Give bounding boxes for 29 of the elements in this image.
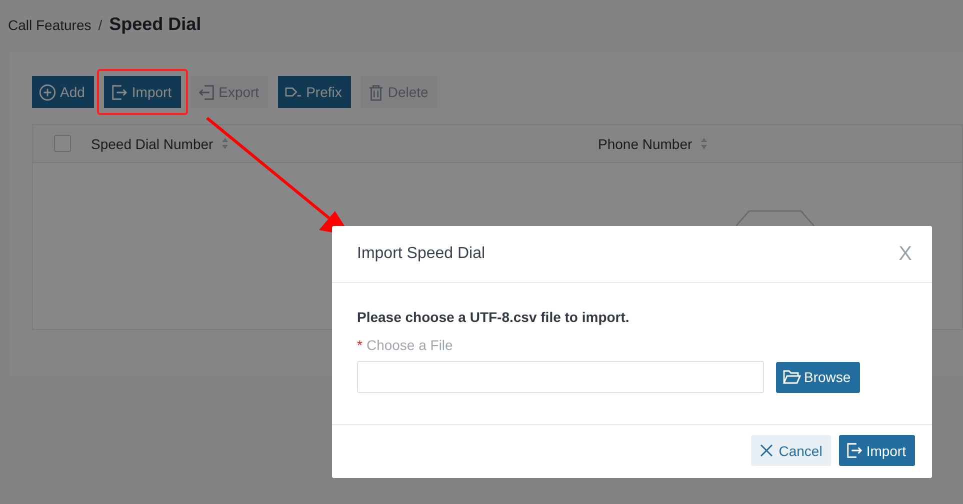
plus-circle-icon <box>39 84 56 100</box>
close-button[interactable]: X <box>898 242 912 266</box>
folder-icon <box>783 370 801 384</box>
breadcrumb-link[interactable]: Call Features <box>8 17 92 33</box>
empty-box-icon <box>735 209 815 226</box>
field-label: Choose a File <box>366 337 453 353</box>
add-button[interactable]: Add <box>32 76 94 108</box>
column-header[interactable]: Speed Dial Number <box>91 136 214 152</box>
dialog-title: Import Speed Dial <box>357 245 486 263</box>
select-all-checkbox[interactable] <box>54 135 70 152</box>
required-mark: * <box>357 337 362 353</box>
prefix-button[interactable]: Prefix <box>278 76 351 108</box>
cancel-button[interactable]: Cancel <box>750 435 832 466</box>
file-path-field[interactable] <box>357 361 764 393</box>
import-button[interactable]: Import <box>839 435 915 466</box>
import-icon <box>110 84 128 100</box>
sort-icon[interactable] <box>221 137 230 150</box>
close-icon <box>760 444 773 457</box>
sort-icon[interactable] <box>700 137 708 150</box>
export-icon <box>198 84 215 100</box>
instruction-text: Please choose a UTF-8.csv file to import. <box>357 309 630 325</box>
trash-icon <box>368 84 384 100</box>
browse-button[interactable]: Browse <box>776 362 860 392</box>
prefix-icon <box>285 86 302 98</box>
page-title: Speed Dial <box>109 14 202 35</box>
import-icon <box>846 442 864 459</box>
import-button[interactable]: Import <box>104 76 181 108</box>
breadcrumb-separator: / <box>98 17 102 33</box>
column-header[interactable]: Phone Number <box>598 136 692 152</box>
